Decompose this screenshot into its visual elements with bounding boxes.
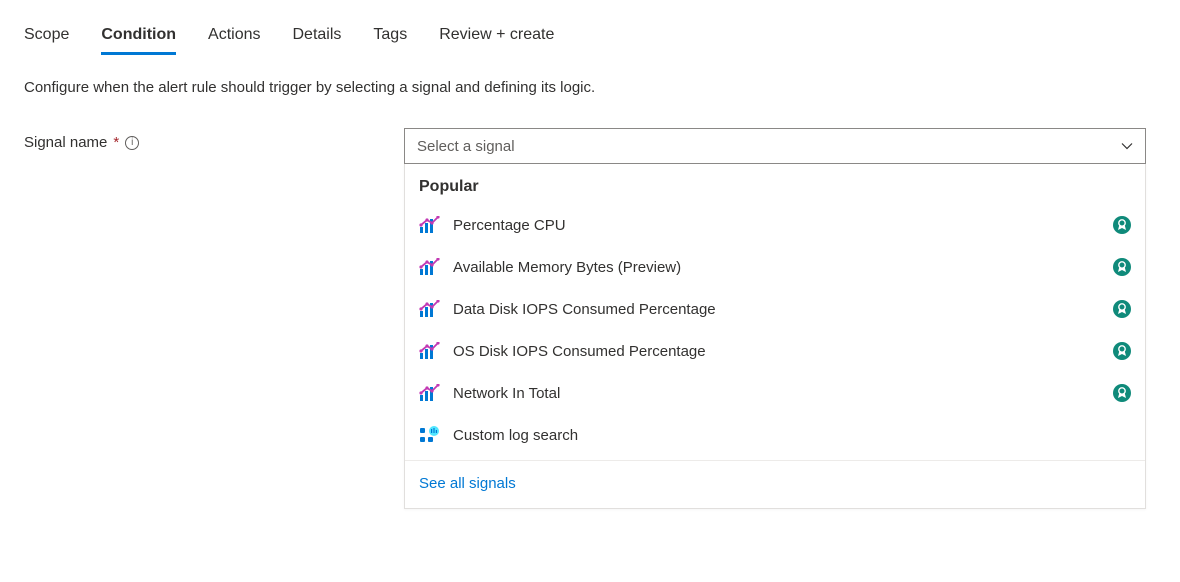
signal-name-label: Signal name * i (24, 128, 404, 151)
tab-tags[interactable]: Tags (373, 20, 407, 55)
signal-option-available-memory[interactable]: Available Memory Bytes (Preview) (405, 246, 1145, 288)
signal-option-custom-log-search[interactable]: Custom log search (405, 414, 1145, 456)
dropdown-section-header: Popular (405, 164, 1145, 204)
signal-name-field: Signal name * i Select a signal Popular (24, 128, 1156, 509)
log-search-icon (419, 426, 441, 444)
metric-icon (419, 258, 441, 276)
metric-icon (419, 216, 441, 234)
info-icon[interactable]: i (125, 136, 139, 150)
signal-label: OS Disk IOPS Consumed Percentage (453, 343, 1101, 360)
metric-icon (419, 342, 441, 360)
condition-description: Configure when the alert rule should tri… (24, 79, 1156, 96)
tab-condition[interactable]: Condition (101, 20, 176, 55)
tab-scope[interactable]: Scope (24, 20, 69, 55)
recommended-badge-icon (1113, 216, 1131, 234)
dropdown-placeholder: Select a signal (417, 138, 515, 155)
signal-dropdown[interactable]: Select a signal (404, 128, 1146, 164)
chevron-down-icon (1120, 139, 1134, 157)
signal-label: Data Disk IOPS Consumed Percentage (453, 301, 1101, 318)
tab-review-create[interactable]: Review + create (439, 20, 554, 55)
metric-icon (419, 384, 441, 402)
signal-label: Percentage CPU (453, 217, 1101, 234)
signal-label: Custom log search (453, 427, 1131, 444)
signal-label: Network In Total (453, 385, 1101, 402)
tabs-bar: Scope Condition Actions Details Tags Rev… (24, 20, 1156, 55)
signal-option-percentage-cpu[interactable]: Percentage CPU (405, 204, 1145, 246)
signal-option-os-disk-iops[interactable]: OS Disk IOPS Consumed Percentage (405, 330, 1145, 372)
field-label-text: Signal name (24, 134, 107, 151)
tab-details[interactable]: Details (292, 20, 341, 55)
signal-option-network-in-total[interactable]: Network In Total (405, 372, 1145, 414)
required-asterisk: * (113, 134, 119, 151)
signal-dropdown-panel: Popular Percentage CPU (404, 164, 1146, 509)
recommended-badge-icon (1113, 342, 1131, 360)
metric-icon (419, 300, 441, 318)
recommended-badge-icon (1113, 258, 1131, 276)
recommended-badge-icon (1113, 384, 1131, 402)
signal-dropdown-wrap: Select a signal Popular (404, 128, 1146, 509)
signal-option-data-disk-iops[interactable]: Data Disk IOPS Consumed Percentage (405, 288, 1145, 330)
see-all-signals-link[interactable]: See all signals (405, 461, 1145, 508)
tab-actions[interactable]: Actions (208, 20, 260, 55)
signal-label: Available Memory Bytes (Preview) (453, 259, 1101, 276)
recommended-badge-icon (1113, 300, 1131, 318)
